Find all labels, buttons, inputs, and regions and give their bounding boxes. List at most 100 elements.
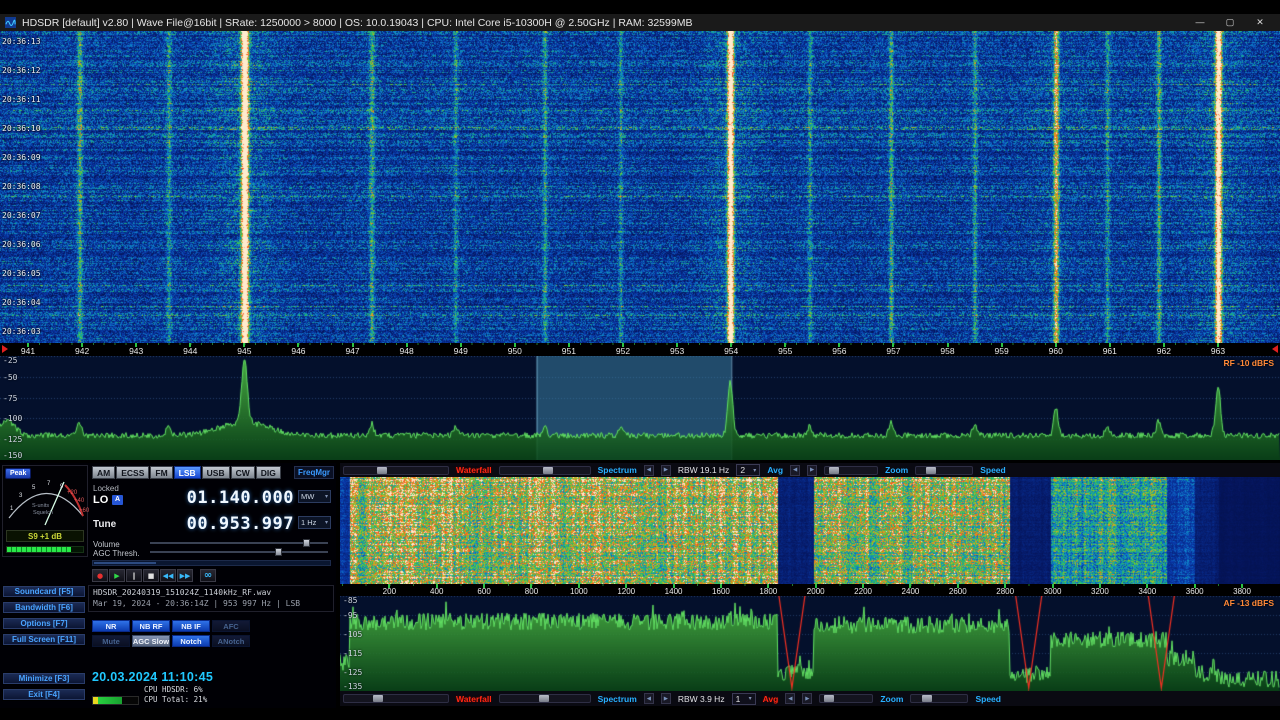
db-scale-label: -125	[3, 435, 23, 445]
mode-button-am[interactable]: AM	[92, 466, 116, 479]
agc-threshold-label: AGC Thresh.	[93, 549, 140, 558]
mode-button-ecss[interactable]: ECSS	[116, 466, 150, 479]
mode-button-cw[interactable]: CW	[230, 466, 255, 479]
af-waterfall-canvas[interactable]	[340, 477, 1280, 584]
ruler-tick-label: 941	[20, 346, 36, 356]
freqmgr-button[interactable]: FreqMgr	[294, 466, 334, 479]
waterfall-timestamp: 20:36:09	[2, 153, 41, 162]
sys-button-minimize[interactable]: Minimize [F3]	[2, 672, 86, 685]
lo-frequency-display[interactable]: 01.140.000	[136, 488, 294, 508]
dsp-button-nr[interactable]: NR	[92, 620, 130, 632]
waterfall-timestamp: 20:36:04	[2, 298, 41, 307]
af-spectrum-canvas[interactable]	[340, 596, 1280, 691]
dsp-button-mute[interactable]: Mute	[92, 635, 130, 647]
ruler-tick-label: 1400	[664, 587, 683, 596]
rf-waterfall-canvas[interactable]	[0, 31, 1280, 343]
waterfall-timestamp: 20:36:03	[2, 327, 41, 336]
nav-button-soundcard[interactable]: Soundcard [F5]	[2, 585, 86, 598]
ruler-tick-label: 960	[1048, 346, 1063, 356]
rewind-button[interactable]: ◀◀	[160, 569, 176, 582]
volume-slider[interactable]	[150, 539, 328, 547]
rf-dbfs-label: RF -10 dBFS	[1223, 358, 1274, 368]
ruler-tick-label: 2200	[854, 587, 872, 596]
ruler-tick-label: 945	[237, 346, 252, 356]
forward-button[interactable]: ▶▶	[177, 569, 193, 582]
avg-count-select[interactable]: 1 ▾	[731, 692, 756, 705]
rbw-decrease-button[interactable]: ◀	[643, 464, 654, 476]
lo-channel-badge[interactable]: A	[112, 495, 123, 505]
dsp-button-notch[interactable]: Notch	[172, 635, 210, 647]
tune-frequency-display[interactable]: 00.953.997	[136, 514, 294, 534]
rf-frequency-ruler[interactable]: 941 942 943 944 945 946 947 948 949 950 951 952 953 9…	[0, 343, 1280, 356]
window-controls: — ▢ ✕	[1185, 14, 1275, 31]
ruler-tick-label: 962	[1156, 346, 1171, 356]
rf-waterfall[interactable]: 20:36:13 20:36:12 20:36:11 20:36:10 20:36:09…	[0, 31, 1280, 343]
rbw-decrease-button[interactable]: ◀	[643, 693, 654, 704]
waterfall-contrast-slider[interactable]	[343, 465, 449, 475]
speed-slider[interactable]	[910, 694, 969, 703]
ruler-tick-label: 955	[778, 346, 793, 356]
af-panel: Waterfall Spectrum ◀ ▶ RBW 19.1 Hz 2 ▾ Av…	[340, 463, 1280, 708]
close-button[interactable]: ✕	[1245, 14, 1275, 31]
lo-band-select[interactable]: MW ▾	[298, 490, 331, 503]
mode-button-usb[interactable]: USB	[201, 466, 230, 479]
nav-button-full[interactable]: Full Screen [F11]	[2, 633, 86, 646]
s-units-label: S-units	[32, 503, 50, 509]
waterfall-timestamp: 20:36:13	[2, 37, 41, 46]
nav-button-bandwidth[interactable]: Bandwidth [F6]	[2, 601, 86, 614]
s-meter-scale-label: +60	[79, 508, 90, 514]
dsp-button-anotch[interactable]: ANotch	[212, 635, 250, 647]
pause-button[interactable]: ‖	[126, 569, 142, 582]
rf-spectrum-canvas[interactable]	[0, 356, 1280, 460]
hdsdr-window: HDSDR [default] v2.80 | Wave File@16bit …	[0, 0, 1280, 720]
waterfall-brightness-slider[interactable]	[498, 465, 591, 475]
mode-button-dig[interactable]: DIG	[255, 466, 281, 479]
rf-spectrum[interactable]: -25 -50 -75 -100 -125 -150 RF -10 dBFS	[0, 356, 1280, 460]
agc-threshold-slider[interactable]	[150, 548, 328, 556]
ruler-tick-label: 947	[345, 346, 360, 356]
af-frequency-ruler[interactable]: 200 400 600 800 1000 1200 1400 1600 1800 2000 2200…	[340, 584, 1280, 596]
ruler-tick-label: 950	[507, 346, 522, 356]
dsp-button-nb-rf[interactable]: NB RF	[132, 620, 170, 632]
dsp-button-afc[interactable]: AFC	[212, 620, 250, 632]
rbw-increase-button[interactable]: ▶	[660, 693, 671, 704]
maximize-button[interactable]: ▢	[1215, 14, 1245, 31]
record-button[interactable]: ●	[92, 569, 108, 582]
db-scale-label: -115	[343, 649, 363, 658]
waterfall-speed-slider[interactable]	[92, 560, 331, 566]
tune-step-select[interactable]: 1 Hz ▾	[298, 516, 331, 529]
zoom-out-button[interactable]: ◀	[785, 693, 796, 704]
zoom-out-button[interactable]: ◀	[790, 464, 801, 476]
dsp-button-nb-if[interactable]: NB IF	[172, 620, 210, 632]
stop-button[interactable]: ■	[143, 569, 159, 582]
zoom-in-button[interactable]: ▶	[802, 693, 813, 704]
waterfall-contrast-slider[interactable]	[343, 694, 449, 703]
mode-button-fm[interactable]: FM	[150, 466, 173, 479]
control-panel: Peak 1 3 5 7 9 +20 +40 +60 S-units Squelch S9 +…	[0, 463, 336, 708]
zoom-slider[interactable]	[819, 694, 874, 703]
mode-button-lsb[interactable]: LSB	[173, 466, 201, 479]
ruler-tick-label: 944	[183, 346, 198, 356]
zoom-slider[interactable]	[824, 465, 879, 475]
play-button[interactable]: ▶	[109, 569, 125, 582]
db-scale-label: -25	[3, 356, 18, 365]
peak-button[interactable]: Peak	[5, 468, 32, 479]
minimize-button[interactable]: —	[1185, 14, 1215, 31]
af-spectrum[interactable]: -85 -95 -105 -115 -125 -135 AF -13 dBFS	[340, 596, 1280, 691]
dsp-button-agc-slow[interactable]: AGC Slow	[132, 635, 170, 647]
waterfall-brightness-slider[interactable]	[498, 694, 591, 703]
s-meter-scale-label: +20	[67, 490, 78, 496]
cpu-hdsdr-label: CPU HDSDR: 6%	[144, 685, 203, 694]
db-scale-label: -135	[343, 682, 363, 691]
ruler-tick-label: 2400	[901, 587, 920, 596]
nav-button-options[interactable]: Options [F7]	[2, 617, 86, 630]
zoom-in-button[interactable]: ▶	[807, 464, 818, 476]
loop-button[interactable]: ∞	[200, 569, 216, 582]
titlebar: HDSDR [default] v2.80 | Wave File@16bit …	[0, 14, 1280, 31]
avg-count-select[interactable]: 2 ▾	[736, 464, 761, 476]
speed-slider[interactable]	[915, 465, 974, 475]
rbw-increase-button[interactable]: ▶	[660, 464, 671, 476]
lo-label: LO	[93, 494, 109, 506]
sys-button-exit[interactable]: Exit [F4]	[2, 688, 86, 701]
ruler-tick-label: 400	[430, 587, 444, 596]
